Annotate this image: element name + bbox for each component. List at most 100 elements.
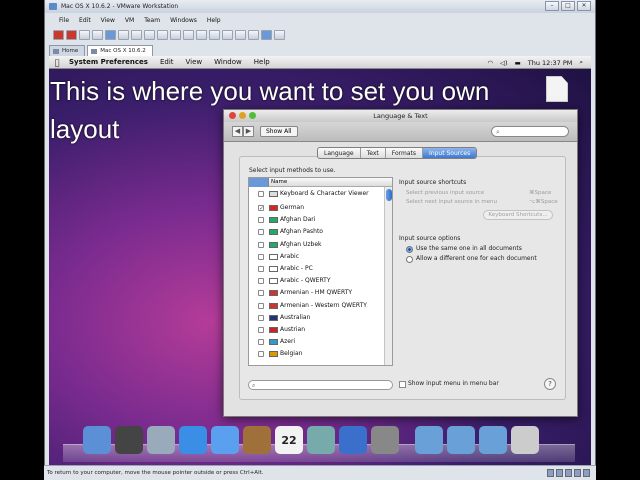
trash-icon[interactable] xyxy=(511,426,539,454)
forward-arrow-icon[interactable]: ▶ xyxy=(243,126,254,137)
documents-folder-icon[interactable] xyxy=(447,426,475,454)
list-item[interactable]: Austrian xyxy=(249,324,385,336)
show-input-menu-label[interactable]: Show input menu in menu bar xyxy=(408,380,499,387)
radio-different-each-label[interactable]: Allow a different one for each document xyxy=(416,255,537,262)
network-icon[interactable] xyxy=(565,469,572,477)
sidebar-toggle-icon[interactable] xyxy=(222,30,233,40)
row-checkbox[interactable] xyxy=(258,351,264,358)
tab-language[interactable]: Language xyxy=(318,148,361,158)
mail-icon[interactable] xyxy=(147,426,175,454)
quick-switch-icon[interactable] xyxy=(144,30,155,40)
menu-windows[interactable]: Windows xyxy=(170,15,197,26)
reset-icon[interactable] xyxy=(92,30,103,40)
mac-menu-window[interactable]: Window xyxy=(214,58,242,66)
list-item[interactable]: Arabic xyxy=(249,251,385,263)
radio-same-all[interactable] xyxy=(406,246,413,253)
iphoto-icon[interactable] xyxy=(307,426,335,454)
row-checkbox[interactable] xyxy=(258,302,264,309)
applications-folder-icon[interactable] xyxy=(415,426,443,454)
dashboard-icon[interactable] xyxy=(115,426,143,454)
volume-icon[interactable]: ◁) xyxy=(500,59,508,67)
power-off-icon[interactable] xyxy=(53,30,64,40)
row-checkbox[interactable] xyxy=(258,327,264,333)
list-item[interactable]: Belgian xyxy=(249,348,385,360)
view-icon[interactable] xyxy=(261,30,272,40)
tab-vm[interactable]: Mac OS X 10.6.2 xyxy=(87,45,153,56)
list-item[interactable]: Azeri xyxy=(249,336,385,348)
system-preferences-icon[interactable] xyxy=(371,426,399,454)
list-scrollbar[interactable] xyxy=(384,187,392,365)
sound-icon[interactable] xyxy=(583,469,590,477)
list-item[interactable]: Arabic - QWERTY xyxy=(249,275,385,287)
menu-vm[interactable]: VM xyxy=(125,15,134,26)
minimize-button[interactable]: – xyxy=(545,1,559,11)
prefs-icon[interactable] xyxy=(235,30,246,40)
menu-team[interactable]: Team xyxy=(144,15,160,26)
snapshot-icon[interactable] xyxy=(105,30,116,40)
row-checkbox[interactable] xyxy=(258,253,264,260)
console-icon[interactable] xyxy=(196,30,207,40)
row-checkbox[interactable]: ✓ xyxy=(258,205,264,212)
list-item[interactable]: Keyboard & Character Viewer xyxy=(249,188,385,200)
usb-icon[interactable] xyxy=(574,469,581,477)
list-item[interactable]: Afghan Dari xyxy=(249,214,385,226)
summary-icon[interactable] xyxy=(183,30,194,40)
tab-home[interactable]: Home xyxy=(49,45,86,56)
cdrom-icon[interactable] xyxy=(556,469,563,477)
disk-icon[interactable] xyxy=(547,469,554,477)
mac-menu-view[interactable]: View xyxy=(186,58,203,66)
revert-icon[interactable] xyxy=(118,30,129,40)
row-checkbox[interactable] xyxy=(258,290,264,297)
address-book-icon[interactable] xyxy=(243,426,271,454)
row-checkbox[interactable] xyxy=(258,314,264,321)
fullscreen-icon[interactable] xyxy=(157,30,168,40)
close-dot-icon[interactable] xyxy=(229,112,236,119)
safari-icon[interactable] xyxy=(179,426,207,454)
menu-file[interactable]: File xyxy=(59,15,69,26)
scroll-thumb[interactable] xyxy=(386,189,392,201)
show-all-button[interactable]: Show All xyxy=(260,126,298,137)
radio-different-each[interactable] xyxy=(406,256,413,263)
list-item[interactable]: ✓ German xyxy=(249,202,385,214)
list-item[interactable]: Afghan Pashto xyxy=(249,226,385,238)
thumbnail-icon[interactable] xyxy=(209,30,220,40)
row-checkbox[interactable] xyxy=(258,339,264,346)
library-icon[interactable] xyxy=(274,30,285,40)
row-checkbox[interactable] xyxy=(258,241,264,248)
manage-snapshots-icon[interactable] xyxy=(131,30,142,40)
prefs-search-input[interactable]: ⌕ xyxy=(491,126,569,137)
keyboard-shortcuts-button[interactable]: Keyboard Shortcuts... xyxy=(483,210,553,220)
row-checkbox[interactable] xyxy=(258,217,264,224)
downloads-folder-icon[interactable] xyxy=(479,426,507,454)
suspend-icon[interactable] xyxy=(66,30,77,40)
list-item[interactable]: Australian xyxy=(249,312,385,324)
list-item[interactable]: Armenian - Western QWERTY xyxy=(249,300,385,312)
apple-logo-icon[interactable]:  xyxy=(49,58,65,67)
ical-icon[interactable]: 22 xyxy=(275,426,303,454)
row-checkbox[interactable] xyxy=(258,266,264,272)
zoom-dot-icon[interactable] xyxy=(249,112,256,119)
mac-menu-edit[interactable]: Edit xyxy=(160,58,174,66)
menu-view[interactable]: View xyxy=(101,15,115,26)
tab-text[interactable]: Text xyxy=(361,148,386,158)
minimize-dot-icon[interactable] xyxy=(239,112,246,119)
unity-icon[interactable] xyxy=(170,30,181,40)
select-column-header[interactable] xyxy=(249,178,269,187)
list-item[interactable]: Arabic - PC xyxy=(249,263,385,275)
clock[interactable]: Thu 12:37 PM xyxy=(528,59,573,67)
maximize-button[interactable]: □ xyxy=(561,1,575,11)
itunes-icon[interactable] xyxy=(339,426,367,454)
settings-icon[interactable] xyxy=(248,30,259,40)
ichat-icon[interactable] xyxy=(211,426,239,454)
radio-same-all-label[interactable]: Use the same one in all documents xyxy=(416,245,522,252)
row-checkbox[interactable] xyxy=(258,278,264,285)
flag-icon[interactable]: ▬ xyxy=(515,59,521,67)
wifi-icon[interactable]: ◠ xyxy=(487,59,493,67)
spotlight-icon[interactable]: ⌕ xyxy=(579,58,583,67)
list-search-input[interactable]: ⌕ xyxy=(248,380,393,390)
finder-icon[interactable] xyxy=(83,426,111,454)
list-item[interactable]: Afghan Uzbek xyxy=(249,239,385,251)
menu-edit[interactable]: Edit xyxy=(79,15,91,26)
row-checkbox[interactable] xyxy=(258,191,264,197)
tab-input-sources[interactable]: Input Sources xyxy=(423,148,477,158)
